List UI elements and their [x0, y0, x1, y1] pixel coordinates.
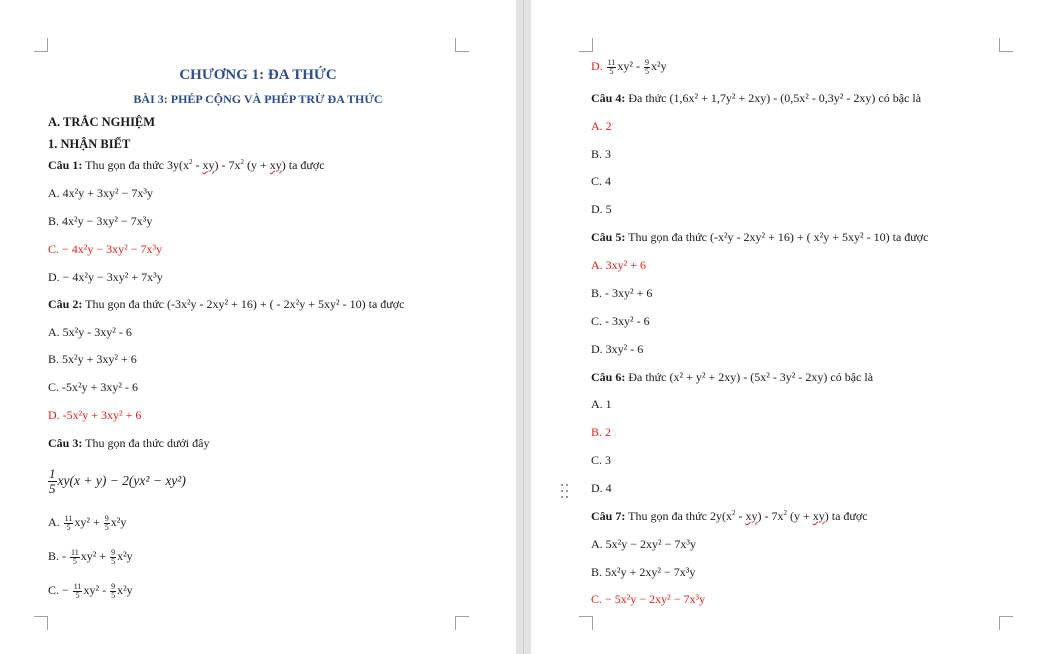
q4-option-a-correct: A. 2	[591, 119, 612, 133]
q2-option-a: A. 5x²y - 3xy² - 6	[48, 325, 132, 339]
q2-option-b: B. 5x²y + 3xy² + 6	[48, 352, 137, 366]
question-5: Câu 5: Thu gọn đa thức (-x²y - 2xy² + 16…	[591, 230, 928, 244]
fraction: 11 5	[72, 581, 83, 600]
q6-option-b-correct: B. 2	[591, 425, 612, 439]
q3-option-b: B. - 11 5 xy² + 9 5 x²y	[48, 547, 133, 566]
q7-option-c-correct: C. − 5x²y − 2xy² − 7x³y	[591, 592, 706, 606]
crop-mark-top-right	[455, 38, 469, 52]
question-text: Thu gọn đa thức (-x²y - 2xy² + 16) + ( x…	[628, 230, 929, 244]
chapter-title: CHƯƠNG 1: ĐA THỨC	[179, 67, 337, 83]
q1-option-d: D. − 4x²y − 3xy² + 7x³y	[48, 270, 163, 284]
fraction: 11 5	[606, 57, 617, 76]
q3-expression: 1 5 xy(x + y) − 2(yx² − xy²)	[48, 466, 186, 497]
spell-check-underline: xy	[745, 509, 758, 523]
question-text: Thu gọn đa thức (-3x²y - 2xy² + 16) + ( …	[85, 297, 405, 311]
fraction: 11 5	[70, 547, 80, 566]
fraction: 95	[110, 547, 117, 566]
crop-mark-bottom-left	[34, 616, 48, 630]
q7-option-b: B. 5x²y + 2xy² − 7x³y	[591, 565, 696, 579]
fraction: 15	[48, 466, 57, 497]
section-heading-a: A. TRẮC NGHIỆM	[48, 115, 156, 129]
section-heading-1: 1. NHẬN BIẾT	[48, 137, 131, 151]
q5-option-c: C. - 3xy² - 6	[591, 314, 650, 328]
q3-option-a: A. 11 5 xy² + 9 5 x²y	[48, 513, 127, 532]
fraction: 11 5	[63, 513, 74, 532]
question-label: Câu 7:	[591, 509, 626, 523]
q4-option-b: B. 3	[591, 147, 612, 161]
q5-option-a-correct: A. 3xy² + 6	[591, 258, 647, 272]
document-page-left: CHƯƠNG 1: ĐA THỨC BÀI 3: PHÉP CỘNG VÀ PH…	[0, 0, 516, 654]
question-text: Thu gọn đa thức 3y(x2 - xy) - 7x2 (y + x…	[85, 158, 325, 172]
crop-mark-bottom-left	[579, 616, 593, 630]
question-label: Câu 2:	[48, 297, 83, 311]
q6-option-a: A. 1	[591, 397, 612, 411]
question-text: Đa thức (1,6x² + 1,7y² + 2xy) - (0,5x² -…	[628, 91, 922, 105]
q4-option-c: C. 4	[591, 174, 612, 188]
crop-mark-top-right	[999, 38, 1013, 52]
question-label: Câu 5:	[591, 230, 626, 244]
q1-option-a: A. 4x²y + 3xy² − 7x³y	[48, 186, 153, 200]
question-1: Câu 1: Thu gọn đa thức 3y(x2 - xy) - 7x2…	[48, 158, 325, 172]
q5-option-d: D. 3xy² - 6	[591, 342, 644, 356]
q6-option-c: C. 3	[591, 453, 612, 467]
crop-mark-top-left	[579, 38, 593, 52]
fraction: 95	[643, 57, 650, 76]
q6-option-d: D. 4	[591, 481, 612, 495]
q1-option-b: B. 4x²y − 3xy² − 7x³y	[48, 214, 153, 228]
document-page-right: D. 11 5 xy² - 9 5 x²y Câu 4: Đa thức (1,6x² …	[531, 0, 1049, 654]
question-3: Câu 3: Thu gọn đa thức dưới đây	[48, 436, 209, 450]
spell-check-underline: xy	[202, 158, 215, 172]
question-label: Câu 1:	[48, 158, 83, 172]
crop-mark-bottom-right	[455, 616, 469, 630]
question-6: Câu 6: Đa thức (x² + y² + 2xy) - (5x² - …	[591, 370, 873, 384]
question-label: Câu 6:	[591, 370, 626, 384]
crop-mark-bottom-right	[999, 616, 1013, 630]
q3-option-c: C. − 11 5 xy² - 9 5 x²y	[48, 581, 133, 600]
page-separator	[523, 0, 524, 654]
question-2: Câu 2: Thu gọn đa thức (-3x²y - 2xy² + 1…	[48, 297, 404, 311]
q2-option-d-correct: D. -5x²y + 3xy² + 6	[48, 408, 142, 422]
q5-option-b: B. - 3xy² + 6	[591, 286, 653, 300]
question-label: Câu 4:	[591, 91, 626, 105]
question-text: Thu gọn đa thức 2y(x2 - xy) - 7x2 (y + x…	[628, 509, 868, 523]
q7-option-a: A. 5x²y − 2xy² − 7x³y	[591, 537, 696, 551]
lesson-title: BÀI 3: PHÉP CỘNG VÀ PHÉP TRỪ ĐA THỨC	[133, 92, 383, 106]
question-text: Thu gọn đa thức dưới đây	[85, 436, 210, 450]
question-label: Câu 3:	[48, 436, 83, 450]
q3-option-d-correct: D. 11 5 xy² - 9 5 x²y	[591, 57, 667, 76]
question-4: Câu 4: Đa thức (1,6x² + 1,7y² + 2xy) - (…	[591, 91, 921, 105]
paragraph-drag-handle-icon[interactable]	[560, 483, 570, 499]
q2-option-c: C. -5x²y + 3xy² - 6	[48, 380, 138, 394]
question-text: Đa thức (x² + y² + 2xy) - (5x² - 3y² - 2…	[628, 370, 874, 384]
question-7: Câu 7: Thu gọn đa thức 2y(x2 - xy) - 7x2…	[591, 509, 868, 523]
fraction: 95	[110, 581, 117, 600]
q1-option-c-correct: C. − 4x²y − 3xy² − 7x³y	[48, 242, 163, 256]
q4-option-d: D. 5	[591, 202, 612, 216]
fraction: 95	[103, 513, 110, 532]
crop-mark-top-left	[34, 38, 48, 52]
